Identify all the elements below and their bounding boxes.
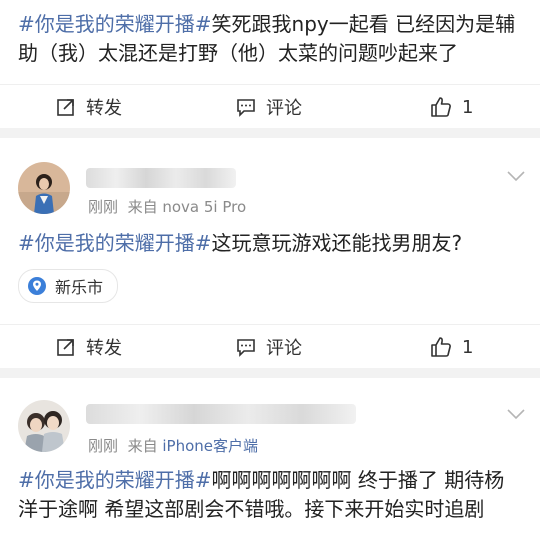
post-text: #你是我的荣耀开播#笑死跟我npy一起看 已经因为是辅助（我）太混还是打野（他）… bbox=[18, 12, 516, 65]
username-blurred[interactable] bbox=[86, 404, 356, 424]
chevron-down-icon[interactable] bbox=[506, 408, 526, 420]
chevron-down-icon[interactable] bbox=[506, 170, 526, 182]
hashtag-link[interactable]: #你是我的荣耀开播# bbox=[18, 231, 212, 255]
like-button[interactable]: 1 bbox=[430, 85, 473, 129]
avatar[interactable] bbox=[18, 400, 70, 452]
feed-separator bbox=[0, 128, 540, 138]
hashtag-link[interactable]: #你是我的荣耀开播# bbox=[18, 12, 212, 36]
post-3: 刚刚 来自 iPhone客户端 #你是我的荣耀开播#啊啊啊啊啊啊啊 终于播了 期… bbox=[0, 378, 540, 535]
feed-separator bbox=[0, 368, 540, 378]
comment-icon bbox=[237, 99, 255, 117]
post-meta: 刚刚 来自 nova 5i Pro bbox=[88, 198, 247, 216]
device-source[interactable]: iPhone客户端 bbox=[162, 437, 258, 455]
like-button[interactable]: 1 bbox=[430, 325, 473, 369]
comment-icon bbox=[237, 339, 255, 357]
post-text: #你是我的荣耀开播#这玩意玩游戏还能找男朋友? bbox=[18, 231, 463, 255]
post-2: 刚刚 来自 nova 5i Pro #你是我的荣耀开播#这玩意玩游戏还能找男朋友… bbox=[0, 138, 540, 368]
action-bar: 转发 评论 1 bbox=[0, 324, 540, 369]
like-icon bbox=[431, 97, 451, 117]
location-pin-icon bbox=[28, 277, 46, 295]
username-blurred[interactable] bbox=[86, 168, 236, 188]
avatar[interactable] bbox=[18, 162, 70, 214]
post-text: #你是我的荣耀开播#啊啊啊啊啊啊啊 终于播了 期待杨洋于途啊 希望这部剧会不错哦… bbox=[18, 468, 505, 521]
post-1: #你是我的荣耀开播#笑死跟我npy一起看 已经因为是辅助（我）太混还是打野（他）… bbox=[0, 0, 540, 128]
device-source: nova 5i Pro bbox=[162, 198, 247, 216]
location-tag[interactable]: 新乐市 bbox=[18, 269, 119, 303]
comment-button[interactable]: 评论 bbox=[236, 325, 302, 369]
post-meta: 刚刚 来自 iPhone客户端 bbox=[88, 437, 258, 455]
comment-button[interactable]: 评论 bbox=[236, 85, 302, 129]
like-icon bbox=[431, 337, 451, 357]
repost-button[interactable]: 转发 bbox=[56, 325, 122, 369]
repost-icon bbox=[57, 339, 74, 356]
repost-button[interactable]: 转发 bbox=[56, 85, 122, 129]
hashtag-link[interactable]: #你是我的荣耀开播# bbox=[18, 468, 212, 492]
repost-icon bbox=[57, 99, 74, 116]
action-bar: 转发 评论 1 bbox=[0, 84, 540, 129]
